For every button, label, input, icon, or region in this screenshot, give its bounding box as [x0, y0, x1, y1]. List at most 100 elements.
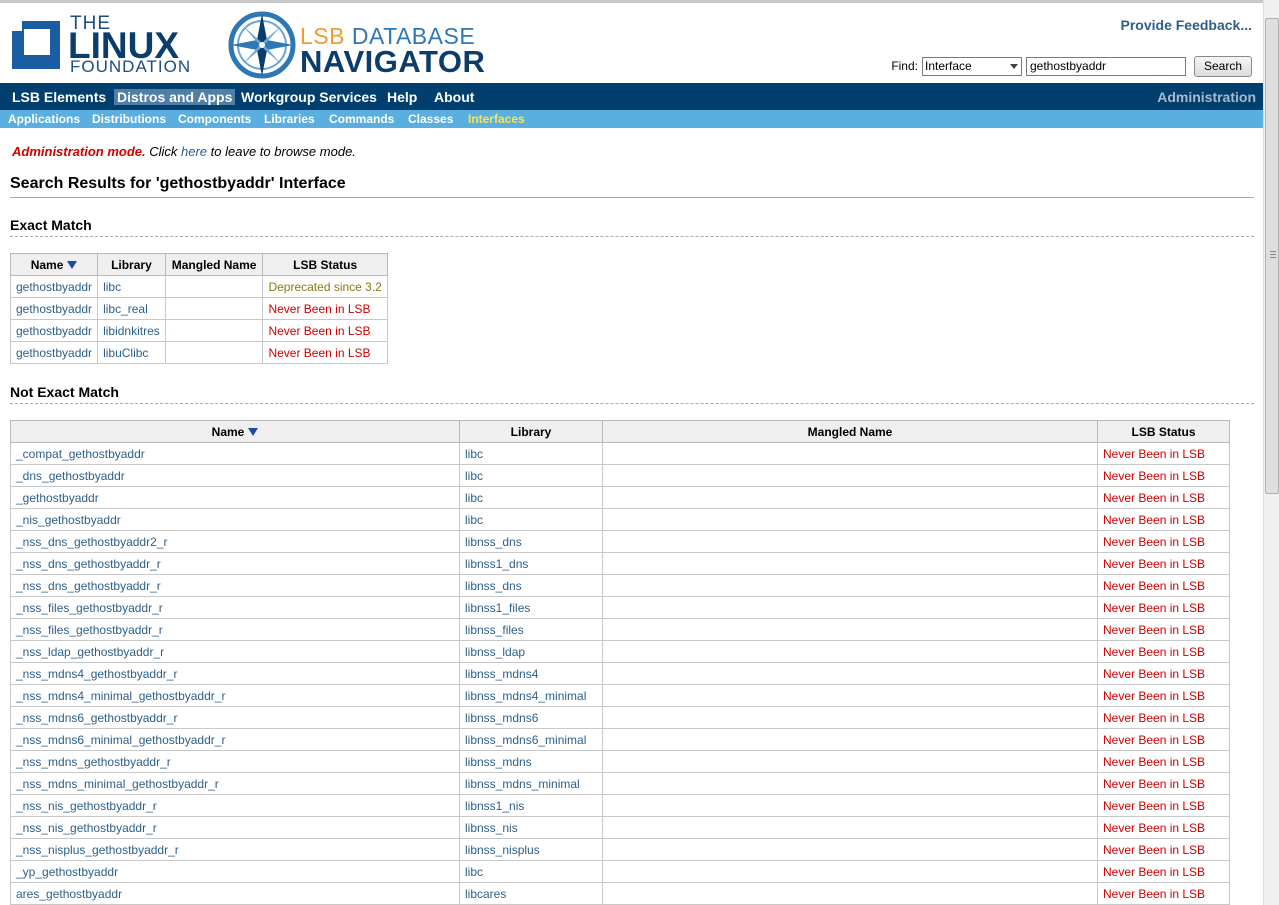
provide-feedback-link[interactable]: Provide Feedback...: [1121, 17, 1253, 33]
interface-name-link[interactable]: gethostbyaddr: [9, 341, 99, 364]
library-link[interactable]: libc_real: [97, 297, 166, 320]
library-link[interactable]: libnss_mdns4: [459, 662, 603, 685]
table-row: gethostbyaddr libc_real Never Been in LSB: [9, 297, 388, 320]
library-link[interactable]: libc: [459, 486, 603, 509]
subnav-interfaces[interactable]: Interfaces: [468, 112, 525, 126]
search-input[interactable]: [1026, 56, 1186, 76]
subnav-commands[interactable]: Commands: [329, 112, 394, 126]
lsb-status-cell: Never Been in LSB: [1097, 486, 1230, 509]
lsb-status-cell: Never Been in LSB: [1097, 882, 1230, 905]
lsb-status-cell: Never Been in LSB: [1097, 552, 1230, 575]
interface-name-link[interactable]: _nis_gethostbyaddr: [10, 508, 460, 531]
main-nav: LSB Elements Distros and Apps Workgroup …: [0, 83, 1264, 110]
mangled-name-cell: [602, 442, 1098, 465]
interface-name-link[interactable]: _nss_mdns4_gethostbyaddr_r: [10, 662, 460, 685]
find-label: Find:: [891, 59, 918, 73]
mangled-name-cell: [602, 508, 1098, 531]
find-type-select[interactable]: Interface: [922, 56, 1022, 76]
library-link[interactable]: libc: [459, 464, 603, 487]
table-row: _nss_mdns6_gethostbyaddr_r libnss_mdns6 Ne…: [10, 706, 1230, 729]
lsb-navigator-logo[interactable]: LSB DATABASE NAVIGATOR: [228, 11, 488, 81]
nav-distros-and-apps[interactable]: Distros and Apps: [114, 89, 236, 105]
linux-foundation-logo[interactable]: THE LINUX FOUNDATION: [12, 11, 207, 76]
interface-name-link[interactable]: _nss_dns_gethostbyaddr_r: [10, 552, 460, 575]
interface-name-link[interactable]: _nss_ldap_gethostbyaddr_r: [10, 640, 460, 663]
interface-name-link[interactable]: gethostbyaddr: [9, 297, 99, 320]
table-row: _nss_mdns4_minimal_gethostbyaddr_r libnss…: [10, 684, 1230, 707]
scrollbar-thumb[interactable]: [1265, 18, 1279, 494]
library-link[interactable]: libc: [459, 508, 603, 531]
library-link[interactable]: libnss_files: [459, 618, 603, 641]
interface-name-link[interactable]: _nss_dns_gethostbyaddr2_r: [10, 530, 460, 553]
interface-name-link[interactable]: _nss_nisplus_gethostbyaddr_r: [10, 838, 460, 861]
table-row: _nss_ldap_gethostbyaddr_r libnss_ldap Neve…: [10, 640, 1230, 663]
interface-name-link[interactable]: ares_gethostbyaddr: [10, 882, 460, 905]
interface-name-link[interactable]: _dns_gethostbyaddr: [10, 464, 460, 487]
subnav-components[interactable]: Components: [178, 112, 251, 126]
vertical-scrollbar[interactable]: [1263, 0, 1279, 905]
library-link[interactable]: libnss_dns: [459, 574, 603, 597]
interface-name-link[interactable]: gethostbyaddr: [9, 319, 99, 342]
column-header-lsb-status[interactable]: LSB Status: [1097, 420, 1230, 443]
interface-name-link[interactable]: _nss_mdns6_minimal_gethostbyaddr_r: [10, 728, 460, 751]
linux-foundation-square-icon: [12, 21, 60, 69]
column-header-lsb-status[interactable]: LSB Status: [262, 253, 388, 276]
library-link[interactable]: libnss_mdns6_minimal: [459, 728, 603, 751]
library-link[interactable]: libnss1_dns: [459, 552, 603, 575]
table-row: gethostbyaddr libc Deprecated since 3.2: [9, 275, 388, 298]
nav-workgroup-services[interactable]: Workgroup Services: [238, 89, 380, 105]
browse-mode-link[interactable]: here: [181, 144, 207, 159]
interface-name-link[interactable]: _nss_mdns4_minimal_gethostbyaddr_r: [10, 684, 460, 707]
interface-name-link[interactable]: _nss_mdns6_gethostbyaddr_r: [10, 706, 460, 729]
mangled-name-cell: [602, 838, 1098, 861]
library-link[interactable]: libnss_dns: [459, 530, 603, 553]
library-link[interactable]: libnss_mdns6: [459, 706, 603, 729]
subnav-libraries[interactable]: Libraries: [264, 112, 315, 126]
interface-name-link[interactable]: _nss_nis_gethostbyaddr_r: [10, 816, 460, 839]
column-header-library[interactable]: Library: [459, 420, 603, 443]
library-link[interactable]: libidnkitres: [97, 319, 166, 342]
library-link[interactable]: libc: [97, 275, 166, 298]
table-row: ares_gethostbyaddr libcares Never Been in …: [10, 882, 1230, 905]
column-header-name[interactable]: Name: [10, 420, 460, 443]
column-header-mangled-name[interactable]: Mangled Name: [602, 420, 1098, 443]
library-link[interactable]: libnss_nisplus: [459, 838, 603, 861]
column-header-name[interactable]: Name: [9, 253, 99, 276]
interface-name-link[interactable]: _gethostbyaddr: [10, 486, 460, 509]
interface-name-link[interactable]: _nss_dns_gethostbyaddr_r: [10, 574, 460, 597]
library-link[interactable]: libc: [459, 442, 603, 465]
library-link[interactable]: libnss_mdns4_minimal: [459, 684, 603, 707]
lsb-status-cell: Never Been in LSB: [1097, 442, 1230, 465]
interface-name-link[interactable]: _compat_gethostbyaddr: [10, 442, 460, 465]
nav-help[interactable]: Help: [384, 89, 420, 105]
interface-name-link[interactable]: _nss_files_gethostbyaddr_r: [10, 618, 460, 641]
library-link[interactable]: libnss_mdns_minimal: [459, 772, 603, 795]
mangled-name-cell: [602, 816, 1098, 839]
library-link[interactable]: libc: [459, 860, 603, 883]
subnav-distributions[interactable]: Distributions: [92, 112, 166, 126]
subnav-classes[interactable]: Classes: [408, 112, 453, 126]
column-header-mangled-name[interactable]: Mangled Name: [164, 253, 264, 276]
lsb-status-cell: Never Been in LSB: [1097, 772, 1230, 795]
interface-name-link[interactable]: gethostbyaddr: [9, 275, 99, 298]
nav-administration[interactable]: Administration: [1157, 89, 1256, 105]
library-link[interactable]: libcares: [459, 882, 603, 905]
column-header-library[interactable]: Library: [97, 253, 166, 276]
library-link[interactable]: libnss1_nis: [459, 794, 603, 817]
interface-name-link[interactable]: _nss_nis_gethostbyaddr_r: [10, 794, 460, 817]
interface-name-link[interactable]: _nss_mdns_gethostbyaddr_r: [10, 750, 460, 773]
library-link[interactable]: libuClibc: [97, 341, 166, 364]
table-row: _nss_nisplus_gethostbyaddr_r libnss_nispl…: [10, 838, 1230, 861]
interface-name-link[interactable]: _nss_mdns_minimal_gethostbyaddr_r: [10, 772, 460, 795]
library-link[interactable]: libnss1_files: [459, 596, 603, 619]
lsb-status-cell: Never Been in LSB: [1097, 464, 1230, 487]
subnav-applications[interactable]: Applications: [8, 112, 80, 126]
library-link[interactable]: libnss_nis: [459, 816, 603, 839]
interface-name-link[interactable]: _nss_files_gethostbyaddr_r: [10, 596, 460, 619]
library-link[interactable]: libnss_ldap: [459, 640, 603, 663]
nav-lsb-elements[interactable]: LSB Elements: [9, 89, 109, 105]
interface-name-link[interactable]: _yp_gethostbyaddr: [10, 860, 460, 883]
search-button[interactable]: Search: [1194, 55, 1252, 77]
library-link[interactable]: libnss_mdns: [459, 750, 603, 773]
nav-about[interactable]: About: [431, 89, 477, 105]
